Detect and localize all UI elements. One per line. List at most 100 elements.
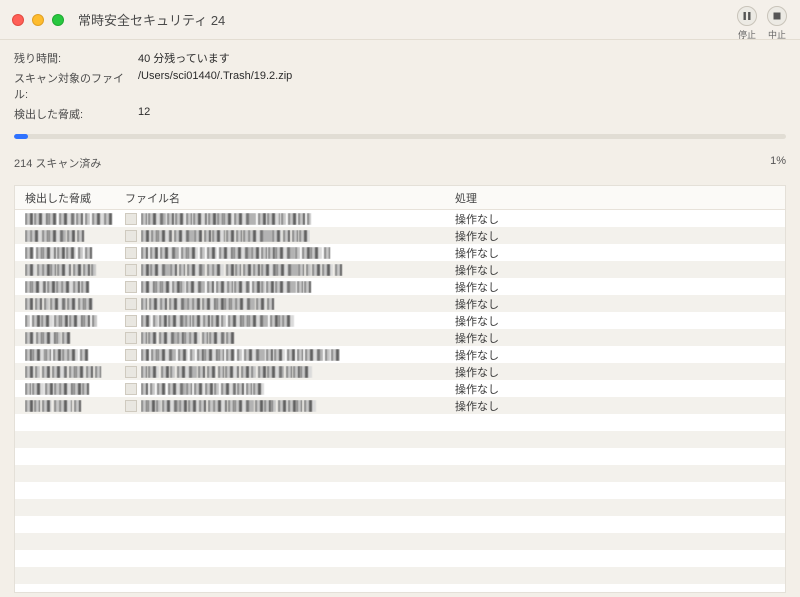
minimize-window-button[interactable] [32, 14, 44, 26]
cell-action: 操作なし [445, 245, 785, 261]
cell-file [115, 383, 445, 395]
cell-action: 操作なし [445, 347, 785, 363]
scanning-file-label: スキャン対象のファイル: [14, 70, 138, 102]
cell-threat [15, 315, 115, 327]
title-actions: 停止 中止 [736, 6, 788, 41]
file-icon [125, 383, 137, 395]
table-row-empty [15, 499, 785, 516]
table-row-empty [15, 448, 785, 465]
cell-action: 操作なし [445, 330, 785, 346]
table-row[interactable]: 操作なし [15, 227, 785, 244]
stop-label: 中止 [768, 28, 786, 41]
scanning-file-value: /Users/sci01440/.Trash/19.2.zip [138, 70, 292, 102]
cell-action: 操作なし [445, 364, 785, 380]
file-icon [125, 213, 137, 225]
col-header-action[interactable]: 処理 [445, 190, 785, 206]
file-icon [125, 315, 137, 327]
cell-file [115, 366, 445, 378]
cell-action: 操作なし [445, 398, 785, 414]
table-row[interactable]: 操作なし [15, 363, 785, 380]
threats-detected-value: 12 [138, 106, 150, 122]
file-icon [125, 264, 137, 276]
table-row[interactable]: 操作なし [15, 397, 785, 414]
table-header: 検出した脅威 ファイル名 処理 [15, 186, 785, 210]
progress-meta: 214 スキャン済み 1% [0, 145, 800, 181]
scanned-count: 214 スキャン済み [14, 155, 101, 171]
cell-file [115, 332, 445, 344]
cell-threat [15, 247, 115, 259]
file-icon [125, 247, 137, 259]
pause-icon [742, 11, 752, 21]
file-icon [125, 366, 137, 378]
table-row-empty [15, 431, 785, 448]
cell-file [115, 400, 445, 412]
cell-threat [15, 349, 115, 361]
cell-threat [15, 230, 115, 242]
cell-threat [15, 298, 115, 310]
progress-bar [0, 134, 800, 145]
cell-threat [15, 281, 115, 293]
cell-action: 操作なし [445, 279, 785, 295]
window-controls [12, 14, 64, 26]
file-icon [125, 298, 137, 310]
cell-file [115, 349, 445, 361]
cell-action: 操作なし [445, 262, 785, 278]
table-row-empty [15, 516, 785, 533]
cell-threat [15, 332, 115, 344]
cell-threat [15, 264, 115, 276]
cell-threat [15, 366, 115, 378]
cell-file [115, 230, 445, 242]
cell-action: 操作なし [445, 211, 785, 227]
stop-button[interactable]: 中止 [766, 6, 788, 41]
cell-file [115, 298, 445, 310]
table-row-empty [15, 482, 785, 499]
time-remaining-label: 残り時間: [14, 50, 138, 66]
cell-file [115, 247, 445, 259]
table-row[interactable]: 操作なし [15, 346, 785, 363]
table-row-empty [15, 550, 785, 567]
table-row[interactable]: 操作なし [15, 261, 785, 278]
file-icon [125, 332, 137, 344]
close-window-button[interactable] [12, 14, 24, 26]
cell-action: 操作なし [445, 381, 785, 397]
table-row[interactable]: 操作なし [15, 329, 785, 346]
cell-threat [15, 400, 115, 412]
table-row[interactable]: 操作なし [15, 312, 785, 329]
col-header-threat[interactable]: 検出した脅威 [15, 190, 115, 206]
pause-button[interactable]: 停止 [736, 6, 758, 41]
cell-threat [15, 383, 115, 395]
cell-threat [15, 213, 115, 225]
file-icon [125, 400, 137, 412]
window-title: 常時安全セキュリティ 24 [78, 10, 225, 29]
cell-file [115, 315, 445, 327]
cell-file [115, 213, 445, 225]
table-row[interactable]: 操作なし [15, 380, 785, 397]
titlebar: 常時安全セキュリティ 24 停止 中止 [0, 0, 800, 40]
table-row[interactable]: 操作なし [15, 210, 785, 227]
progress-percent: 1% [770, 155, 786, 171]
file-icon [125, 281, 137, 293]
cell-action: 操作なし [445, 228, 785, 244]
table-row-empty [15, 414, 785, 431]
time-remaining-value: 40 分残っています [138, 50, 230, 66]
table-row-empty [15, 567, 785, 584]
file-icon [125, 230, 137, 242]
table-row[interactable]: 操作なし [15, 295, 785, 312]
cell-action: 操作なし [445, 296, 785, 312]
cell-file [115, 281, 445, 293]
scan-info: 残り時間: 40 分残っています スキャン対象のファイル: /Users/sci… [0, 40, 800, 134]
table-row[interactable]: 操作なし [15, 244, 785, 261]
stop-icon [772, 11, 782, 21]
table-body: 操作なし操作なし操作なし操作なし操作なし操作なし操作なし操作なし操作なし操作なし… [15, 210, 785, 593]
pause-label: 停止 [738, 28, 756, 41]
col-header-file[interactable]: ファイル名 [115, 190, 445, 206]
cell-action: 操作なし [445, 313, 785, 329]
table-row[interactable]: 操作なし [15, 278, 785, 295]
table-row-empty [15, 533, 785, 550]
cell-file [115, 264, 445, 276]
file-icon [125, 349, 137, 361]
threat-table: 検出した脅威 ファイル名 処理 操作なし操作なし操作なし操作なし操作なし操作なし… [14, 185, 786, 593]
table-row-empty [15, 465, 785, 482]
zoom-window-button[interactable] [52, 14, 64, 26]
threats-detected-label: 検出した脅威: [14, 106, 138, 122]
